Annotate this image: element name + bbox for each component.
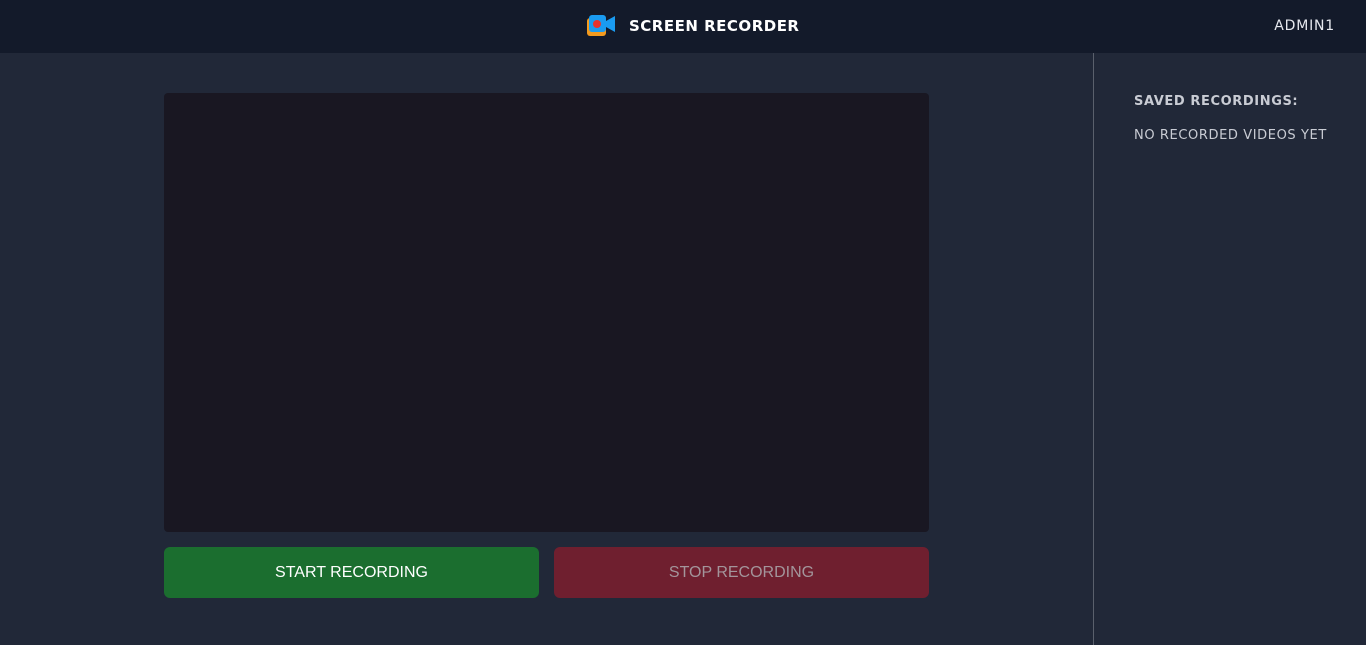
- main-panel: START RECORDING STOP RECORDING: [0, 53, 1093, 645]
- brand: SCREEN RECORDER: [586, 14, 800, 38]
- video-camera-icon: [586, 14, 616, 38]
- empty-recordings-message: NO RECORDED VIDEOS YET: [1134, 128, 1327, 143]
- app-header: SCREEN RECORDER ADMIN1: [0, 0, 1366, 53]
- start-recording-button[interactable]: START RECORDING: [164, 547, 539, 598]
- stop-recording-button[interactable]: STOP RECORDING: [554, 547, 929, 598]
- sidebar-title: SAVED RECORDINGS:: [1134, 94, 1299, 109]
- user-name[interactable]: ADMIN1: [1274, 16, 1335, 36]
- app-title: SCREEN RECORDER: [629, 17, 800, 35]
- saved-recordings-sidebar: SAVED RECORDINGS: NO RECORDED VIDEOS YET: [1093, 53, 1366, 645]
- video-preview: [164, 93, 929, 532]
